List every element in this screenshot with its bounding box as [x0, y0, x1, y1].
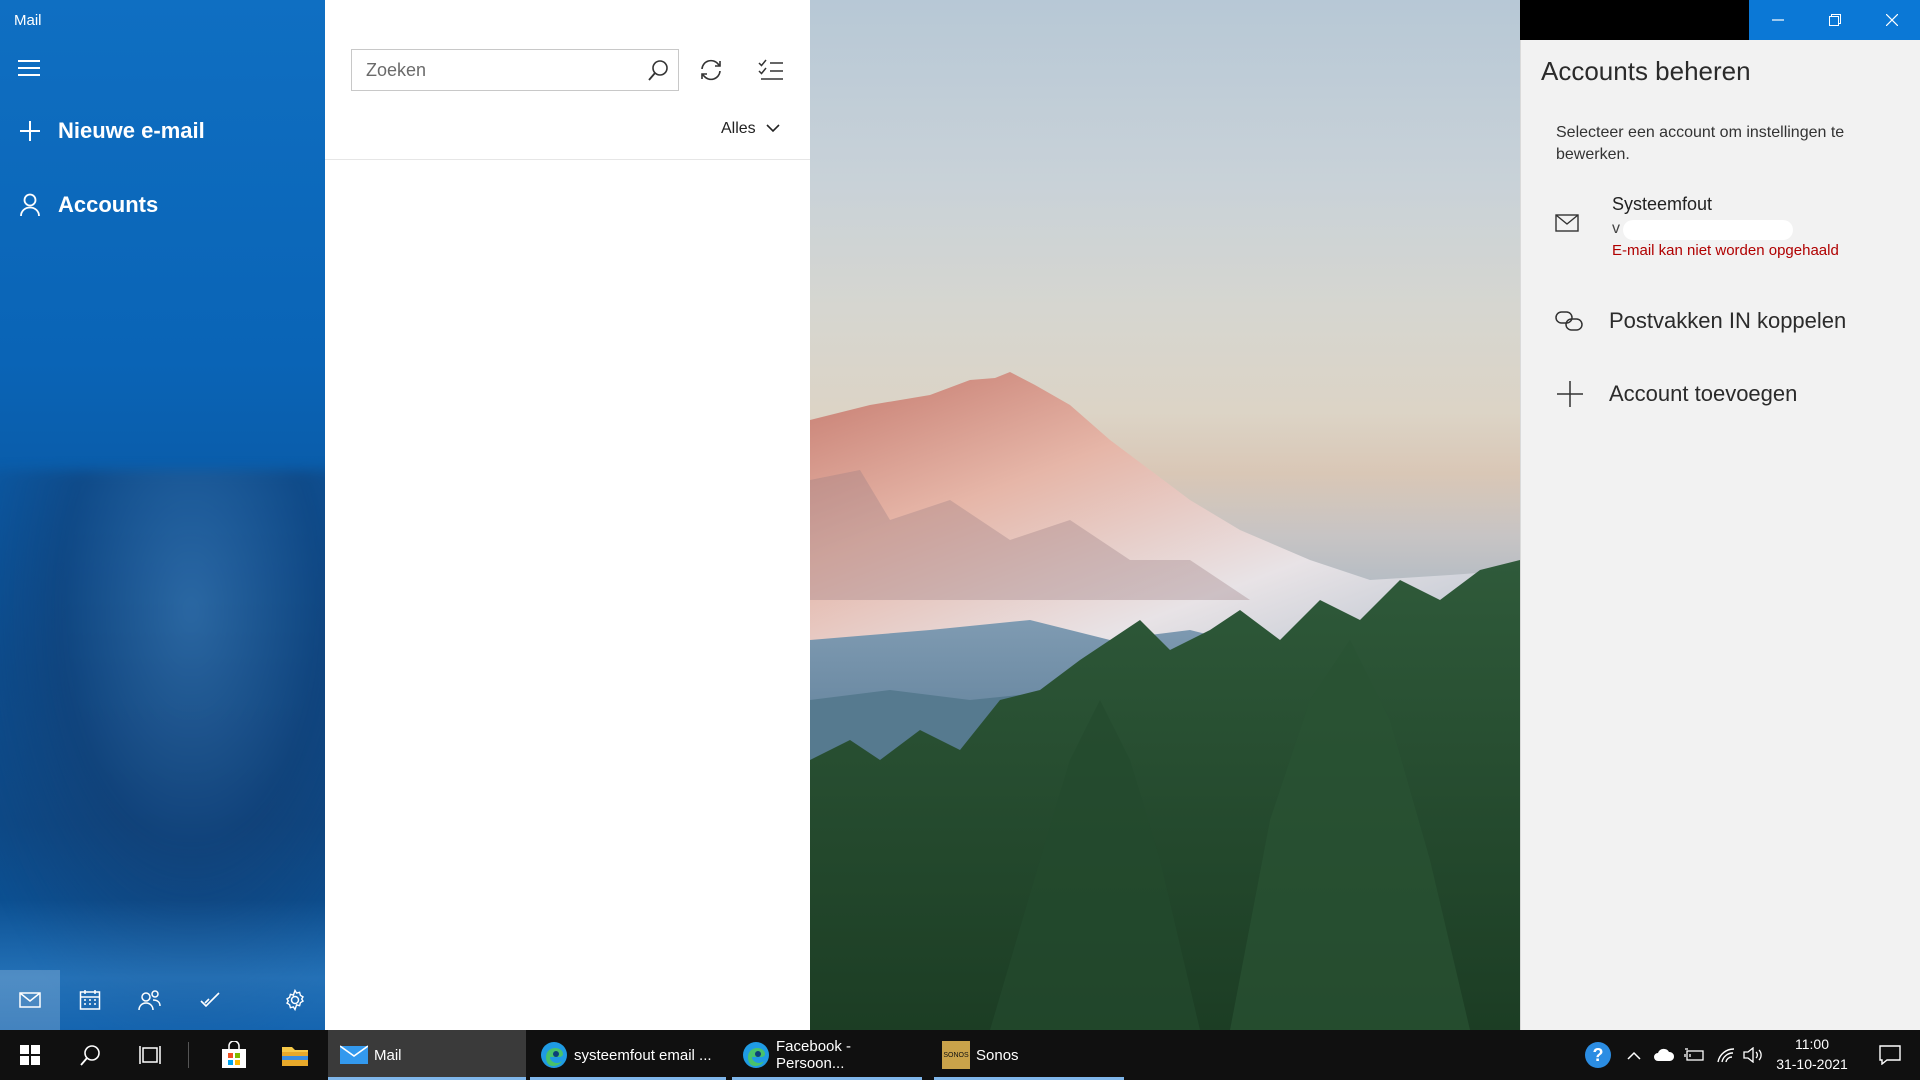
- link-inboxes-button[interactable]: Postvakken IN koppelen: [1555, 308, 1846, 334]
- link-icon: [1555, 310, 1585, 332]
- calendar-switch-button[interactable]: [60, 970, 120, 1030]
- notifications-icon: [1879, 1045, 1901, 1065]
- file-explorer-button[interactable]: [264, 1030, 326, 1080]
- list-divider: [325, 159, 810, 160]
- new-mail-label: Nieuwe e-mail: [58, 118, 205, 143]
- help-tray-button[interactable]: ?: [1582, 1030, 1614, 1080]
- calendar-icon: [79, 990, 101, 1010]
- chevron-up-icon: [1627, 1051, 1641, 1060]
- edge-icon: [540, 1041, 568, 1069]
- windows-logo-icon: [20, 1045, 40, 1065]
- sync-button[interactable]: [693, 52, 729, 88]
- mail-app-icon: [340, 1041, 368, 1069]
- todo-switch-button[interactable]: [180, 970, 240, 1030]
- panel-description: Selecteer een account om instellingen te…: [1556, 124, 1845, 163]
- taskbar-app-edge-2[interactable]: Facebook - Persoon...: [732, 1030, 922, 1080]
- plus-icon: [1555, 380, 1585, 408]
- envelope-icon: [1555, 214, 1579, 237]
- reading-pane-wallpaper: [810, 0, 1520, 1030]
- window-caption-buttons: [1749, 0, 1920, 40]
- onedrive-tray-button[interactable]: [1650, 1030, 1678, 1080]
- hamburger-menu-button[interactable]: [18, 60, 40, 76]
- search-input[interactable]: [352, 59, 638, 81]
- people-switch-button[interactable]: [120, 970, 180, 1030]
- close-icon: [1885, 14, 1898, 26]
- sonos-icon: SONOS: [942, 1041, 970, 1069]
- mountain-landscape-image: [810, 372, 1520, 1030]
- message-list-pane: Alles: [325, 0, 810, 1030]
- restore-icon: [1828, 14, 1841, 26]
- chevron-down-icon: [766, 120, 780, 138]
- navigation-pane: Mail Nieuwe e-mail Accounts: [0, 0, 325, 1030]
- search-icon: [80, 1045, 100, 1066]
- account-item[interactable]: Systeemfout v E-mail kan niet worden opg…: [1551, 190, 1891, 270]
- restore-button[interactable]: [1806, 0, 1863, 40]
- task-view-icon: [139, 1046, 161, 1064]
- taskbar-app-label: systeemfout email ...: [574, 1046, 712, 1064]
- app-switcher-bar: [0, 970, 325, 1030]
- task-view-button[interactable]: [120, 1030, 180, 1080]
- taskbar-clock[interactable]: 11:00 31-10-2021: [1762, 1034, 1862, 1074]
- add-account-label: Account toevoegen: [1609, 381, 1798, 406]
- taskbar-app-sonos[interactable]: SONOS Sonos: [934, 1030, 1124, 1080]
- taskbar-separator: [188, 1042, 189, 1068]
- todo-icon: [200, 992, 220, 1008]
- filter-label: Alles: [721, 120, 756, 137]
- taskbar-app-edge-1[interactable]: systeemfout email ...: [530, 1030, 726, 1080]
- battery-icon: [1684, 1048, 1704, 1061]
- taskbar-app-label: Sonos: [976, 1046, 1019, 1064]
- sync-icon: [701, 59, 721, 81]
- help-icon-glyph: ?: [1592, 1044, 1604, 1065]
- store-icon: [222, 1041, 246, 1068]
- app-title: Mail: [14, 12, 42, 29]
- minimize-icon: [1771, 19, 1784, 21]
- add-account-button[interactable]: Account toevoegen: [1555, 380, 1797, 408]
- account-address: v: [1612, 220, 1620, 237]
- taskbar-search-button[interactable]: [60, 1030, 120, 1080]
- link-inboxes-label: Postvakken IN koppelen: [1609, 308, 1847, 333]
- wifi-icon: [1717, 1048, 1735, 1063]
- accounts-label: Accounts: [58, 192, 159, 217]
- panel-title: Accounts beheren: [1541, 56, 1751, 86]
- settings-icon: [286, 989, 304, 1011]
- redacted-address-mask: [1623, 220, 1793, 240]
- manage-accounts-panel: Accounts beheren Selecteer een account o…: [1520, 40, 1920, 1030]
- account-error-message: E-mail kan niet worden opgehaald: [1612, 242, 1839, 259]
- selection-mode-button[interactable]: [753, 52, 789, 88]
- mail-switch-button[interactable]: [0, 970, 60, 1030]
- checklist-icon: [758, 59, 783, 80]
- account-name: Systeemfout: [1612, 194, 1713, 214]
- taskbar-app-mail[interactable]: Mail: [328, 1030, 526, 1080]
- accounts-button[interactable]: Accounts: [18, 192, 158, 218]
- folder-icon: [282, 1047, 308, 1066]
- action-center-button[interactable]: [1866, 1030, 1914, 1080]
- person-icon: [18, 193, 42, 217]
- plus-icon: [18, 119, 42, 143]
- battery-tray-button[interactable]: [1680, 1030, 1708, 1080]
- show-hidden-icons-button[interactable]: [1620, 1030, 1648, 1080]
- close-button[interactable]: [1863, 0, 1920, 40]
- filter-dropdown[interactable]: Alles: [721, 120, 780, 138]
- store-button[interactable]: [204, 1030, 264, 1080]
- search-box: [351, 49, 679, 91]
- cloud-icon: [1654, 1048, 1675, 1061]
- new-mail-button[interactable]: Nieuwe e-mail: [18, 118, 205, 144]
- sonos-logo: SONOS: [943, 1051, 969, 1059]
- minimize-button[interactable]: [1749, 0, 1806, 40]
- clock-date: 31-10-2021: [1776, 1056, 1848, 1072]
- network-tray-button[interactable]: [1712, 1030, 1740, 1080]
- taskbar-app-label: Facebook - Persoon...: [776, 1038, 852, 1072]
- mail-icon: [19, 992, 41, 1008]
- help-icon: ?: [1585, 1042, 1611, 1068]
- start-button[interactable]: [0, 1030, 60, 1080]
- settings-button[interactable]: [265, 970, 325, 1030]
- clock-time: 11:00: [1795, 1036, 1829, 1052]
- edge-icon: [742, 1041, 770, 1069]
- people-icon: [138, 990, 161, 1011]
- taskbar-app-label: Mail: [374, 1046, 402, 1064]
- taskbar: Mail systeemfout email ... Facebook - Pe…: [0, 1030, 1920, 1080]
- search-icon[interactable]: [638, 50, 678, 90]
